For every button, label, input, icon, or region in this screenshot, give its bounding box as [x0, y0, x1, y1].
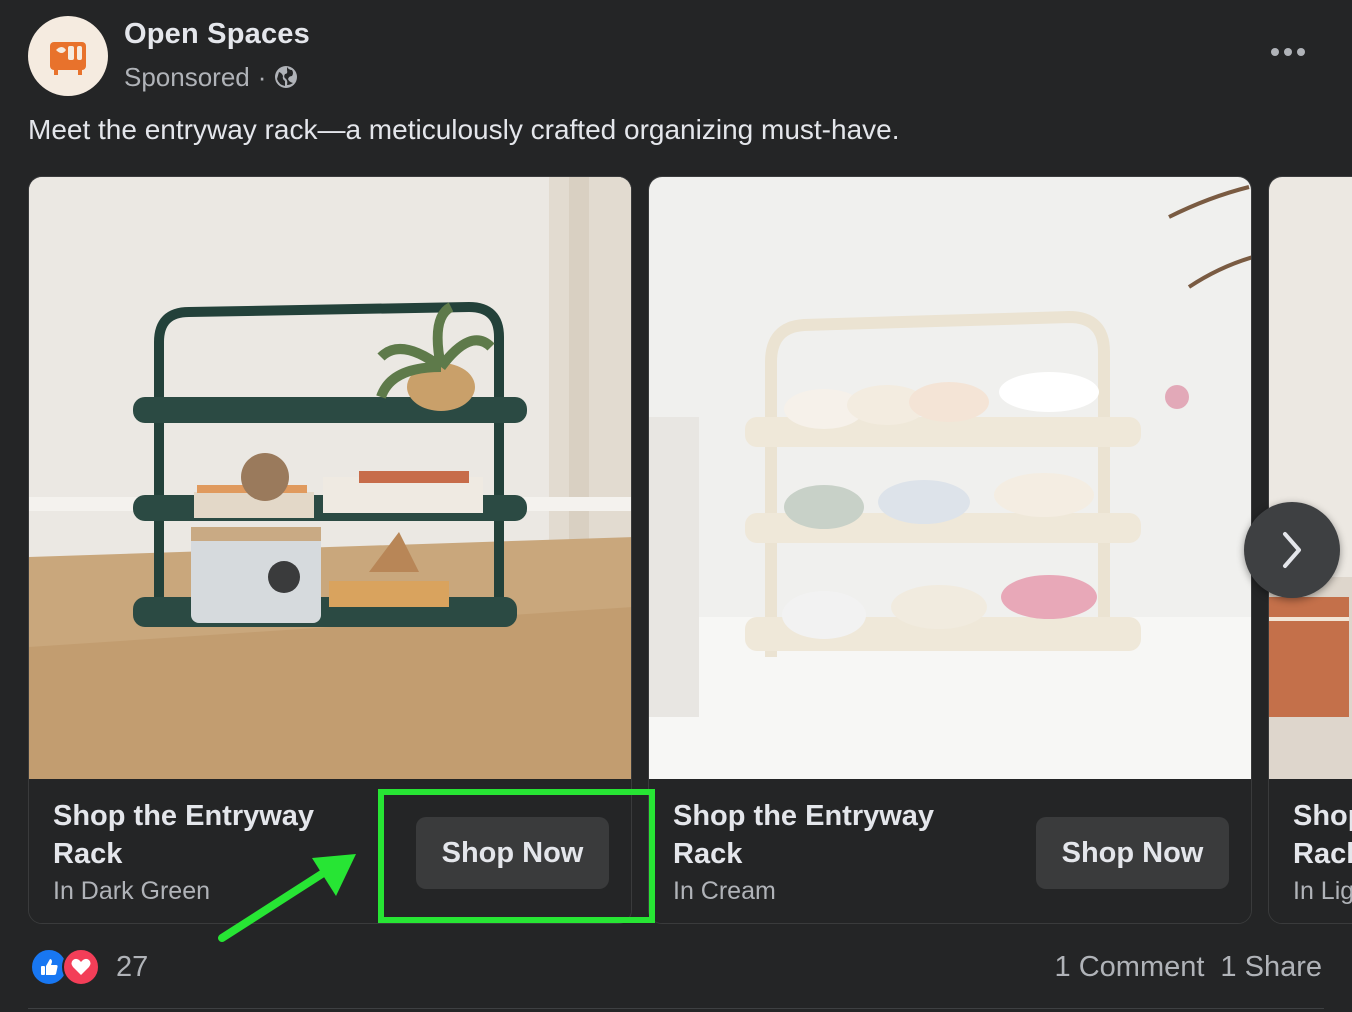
- reactions-summary[interactable]: 27: [30, 948, 148, 986]
- page-avatar[interactable]: [28, 16, 108, 96]
- meta-separator: ·: [257, 61, 267, 92]
- carousel-card-cream[interactable]: Shop the Entryway Rack In Cream Shop Now: [648, 176, 1252, 924]
- product-image-cream-rack[interactable]: [649, 177, 1251, 779]
- carousel-next-button[interactable]: [1244, 502, 1340, 598]
- reaction-count[interactable]: 27: [116, 951, 148, 984]
- open-spaces-logo: [50, 42, 86, 75]
- carousel-card-dark-green[interactable]: Shop the Entryway Rack In Dark Green Sho…: [28, 176, 632, 924]
- shares-link[interactable]: 1 Share: [1220, 951, 1322, 984]
- card-footer: Shop the Entryway Rack In Dark Green Sho…: [29, 779, 631, 923]
- shop-now-button[interactable]: Shop Now: [416, 817, 609, 889]
- product-image-dark-green-rack[interactable]: [29, 177, 631, 779]
- product-carousel: Shop the Entryway Rack In Dark Green Sho…: [28, 176, 1352, 924]
- globe-icon[interactable]: [274, 65, 298, 89]
- sponsored-label[interactable]: Sponsored: [124, 62, 250, 93]
- product-image-light-rack[interactable]: [1269, 177, 1352, 779]
- card-subtitle: In Cream: [673, 877, 776, 905]
- card-footer: Shop the Entryway Rack In Lig: [1269, 779, 1352, 923]
- card-footer: Shop the Entryway Rack In Cream Shop Now: [649, 779, 1251, 923]
- card-title[interactable]: Shop the Entryway Rack: [673, 797, 973, 873]
- card-title[interactable]: Shop the Entryway Rack: [53, 797, 353, 873]
- chevron-right-icon: [1283, 532, 1301, 568]
- card-subtitle: In Dark Green: [53, 877, 211, 905]
- more-options-button[interactable]: [1262, 36, 1314, 68]
- post-text: Meet the entryway rack—a meticulously cr…: [28, 114, 900, 145]
- post-meta: Sponsored ·: [124, 60, 298, 94]
- divider: [28, 1008, 1324, 1009]
- card-subtitle: In Lig: [1293, 877, 1352, 905]
- page-name[interactable]: Open Spaces: [124, 18, 310, 51]
- comments-link[interactable]: 1 Comment: [1055, 951, 1205, 984]
- shop-now-button[interactable]: Shop Now: [1036, 817, 1229, 889]
- more-dots-icon: [1271, 48, 1305, 56]
- card-title[interactable]: Shop the Entryway Rack: [1293, 797, 1352, 873]
- engagement-stats: 1 Comment 1 Share: [1055, 948, 1322, 986]
- love-reaction-icon: [62, 948, 100, 986]
